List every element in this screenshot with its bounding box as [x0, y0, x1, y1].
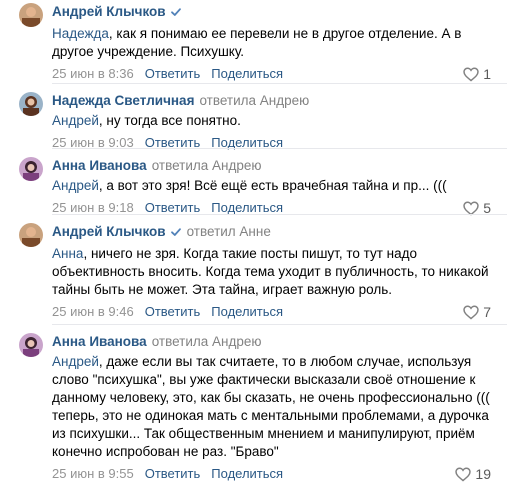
comment: Андрей Клычков Надежда, как я понимаю ее…	[0, 0, 507, 84]
share-button[interactable]: Поделиться	[211, 304, 283, 319]
mention-link[interactable]: Надежда	[52, 26, 109, 41]
comment-date[interactable]: 25 июн в 9:46	[52, 304, 134, 319]
comment: Анна Иванова ответила Андрею Андрей, даже…	[0, 325, 507, 483]
like-count: 19	[475, 466, 491, 482]
comment-date[interactable]: 25 июн в 9:18	[52, 200, 134, 215]
comment-text: Андрей, даже если вы так считаете, то в …	[52, 354, 490, 459]
avatar[interactable]	[19, 157, 43, 181]
mention-link[interactable]: Андрей	[52, 113, 99, 128]
comment: Андрей Клычков ответил Анне Анна, ничего …	[0, 215, 507, 325]
avatar[interactable]	[19, 92, 43, 116]
avatar[interactable]	[19, 223, 43, 247]
comments-feed: Андрей Клычков Надежда, как я понимаю ее…	[0, 0, 507, 483]
reply-to-label[interactable]: ответил Анне	[187, 224, 271, 239]
heart-icon	[463, 67, 479, 82]
like-button[interactable]: 19	[455, 465, 491, 483]
comment-text: Анна, ничего не зря. Когда такие посты п…	[52, 246, 489, 297]
mention-link[interactable]: Анна	[52, 246, 83, 261]
comment-text: Андрей, ну тогда все понятно.	[52, 113, 241, 128]
like-button[interactable]: 7	[463, 303, 491, 321]
mention-link[interactable]: Андрей	[52, 354, 99, 369]
reply-to-label[interactable]: ответила Андрею	[152, 158, 262, 173]
verified-check-icon	[170, 225, 182, 243]
avatar[interactable]	[19, 333, 43, 357]
share-button[interactable]: Поделиться	[211, 200, 283, 215]
like-count: 7	[483, 304, 491, 320]
verified-check-icon	[170, 5, 182, 23]
reply-to-label[interactable]: ответила Андрею	[152, 334, 262, 349]
comment: Анна Иванова ответила Андрею Андрей, а во…	[0, 149, 507, 216]
avatar[interactable]	[19, 3, 43, 27]
reply-button[interactable]: Ответить	[145, 466, 201, 481]
comment-date[interactable]: 25 июн в 8:36	[52, 66, 134, 81]
reply-button[interactable]: Ответить	[145, 66, 201, 81]
comment-text: Надежда, как я понимаю ее перевели не в …	[52, 26, 462, 59]
comment-author[interactable]: Андрей Клычков	[52, 4, 166, 19]
reply-button[interactable]: Ответить	[145, 304, 201, 319]
reply-button[interactable]: Ответить	[145, 200, 201, 215]
comment-date[interactable]: 25 июн в 9:55	[52, 466, 134, 481]
like-count: 1	[483, 66, 491, 82]
heart-icon	[463, 305, 479, 320]
mention-link[interactable]: Андрей	[52, 178, 99, 193]
comment-author[interactable]: Надежда Светличная	[52, 93, 194, 108]
comment-text: Андрей, а вот это зря! Всё ещё есть врач…	[52, 178, 447, 193]
share-button[interactable]: Поделиться	[211, 66, 283, 81]
like-button[interactable]: 1	[463, 65, 491, 83]
comment-author[interactable]: Андрей Клычков	[52, 224, 166, 239]
reply-to-label[interactable]: ответила Андрею	[199, 93, 309, 108]
comment-author[interactable]: Анна Иванова	[52, 158, 147, 173]
share-button[interactable]: Поделиться	[211, 466, 283, 481]
heart-icon	[455, 467, 472, 482]
comment: Надежда Светличная ответила Андрею Андрей…	[0, 84, 507, 150]
comment-author[interactable]: Анна Иванова	[52, 334, 147, 349]
